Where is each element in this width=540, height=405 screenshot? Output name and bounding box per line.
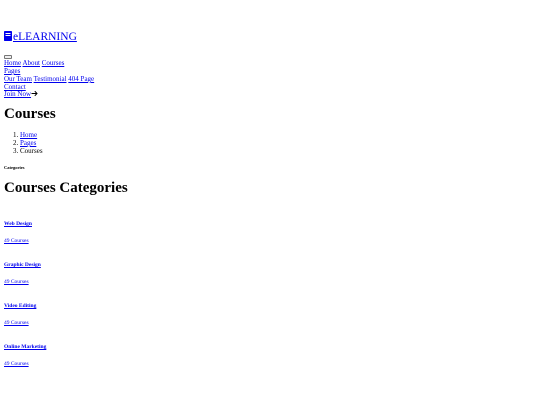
brand-link[interactable]: eLEARNING bbox=[4, 31, 77, 44]
breadcrumb-item-pages: Pages bbox=[20, 139, 43, 147]
nav-courses-link[interactable]: Courses bbox=[42, 59, 65, 67]
nav-row-join: Join Now bbox=[4, 90, 38, 98]
category-web-design-link[interactable]: Web Design bbox=[4, 221, 32, 227]
category-graphic-design-link[interactable]: Graphic Design bbox=[4, 262, 41, 268]
nav-row-main: Home About Courses bbox=[4, 59, 64, 67]
join-now-label: Join Now bbox=[4, 90, 32, 98]
breadcrumb-item-home: Home bbox=[20, 131, 43, 139]
category-video-editing-count[interactable]: 49 Courses bbox=[4, 320, 29, 326]
breadcrumb-item-current: Courses bbox=[20, 147, 43, 155]
breadcrumb-pages-link[interactable]: Pages bbox=[20, 139, 36, 147]
nav-home-link[interactable]: Home bbox=[4, 59, 21, 67]
nav-404-link[interactable]: 404 Page bbox=[68, 75, 94, 83]
section-title: Courses Categories bbox=[4, 180, 128, 196]
breadcrumb: Home Pages Courses bbox=[4, 131, 43, 155]
nav-testimonial-link[interactable]: Testimonial bbox=[34, 75, 67, 83]
book-icon bbox=[4, 31, 12, 41]
breadcrumb-home-link[interactable]: Home bbox=[20, 131, 37, 139]
arrow-right-icon bbox=[31, 90, 38, 97]
nav-pages-dropdown[interactable]: Pages bbox=[4, 67, 20, 75]
page-title: Courses bbox=[4, 106, 56, 122]
category-web-design-count[interactable]: 49 Courses bbox=[4, 238, 29, 244]
nav-row-pages: Pages bbox=[4, 67, 20, 75]
nav-about-link[interactable]: About bbox=[22, 59, 40, 67]
join-now-button[interactable]: Join Now bbox=[4, 90, 38, 98]
category-online-marketing-count[interactable]: 49 Courses bbox=[4, 361, 29, 367]
nav-our-team-link[interactable]: Our Team bbox=[4, 75, 32, 83]
category-graphic-design-count[interactable]: 49 Courses bbox=[4, 279, 29, 285]
category-video-editing-link[interactable]: Video Editing bbox=[4, 303, 36, 309]
brand-name: eLEARNING bbox=[13, 31, 77, 43]
section-label: Categories bbox=[4, 165, 25, 170]
nav-row-dropdown: Our Team Testimonial 404 Page bbox=[4, 75, 94, 83]
category-online-marketing-link[interactable]: Online Marketing bbox=[4, 344, 46, 350]
